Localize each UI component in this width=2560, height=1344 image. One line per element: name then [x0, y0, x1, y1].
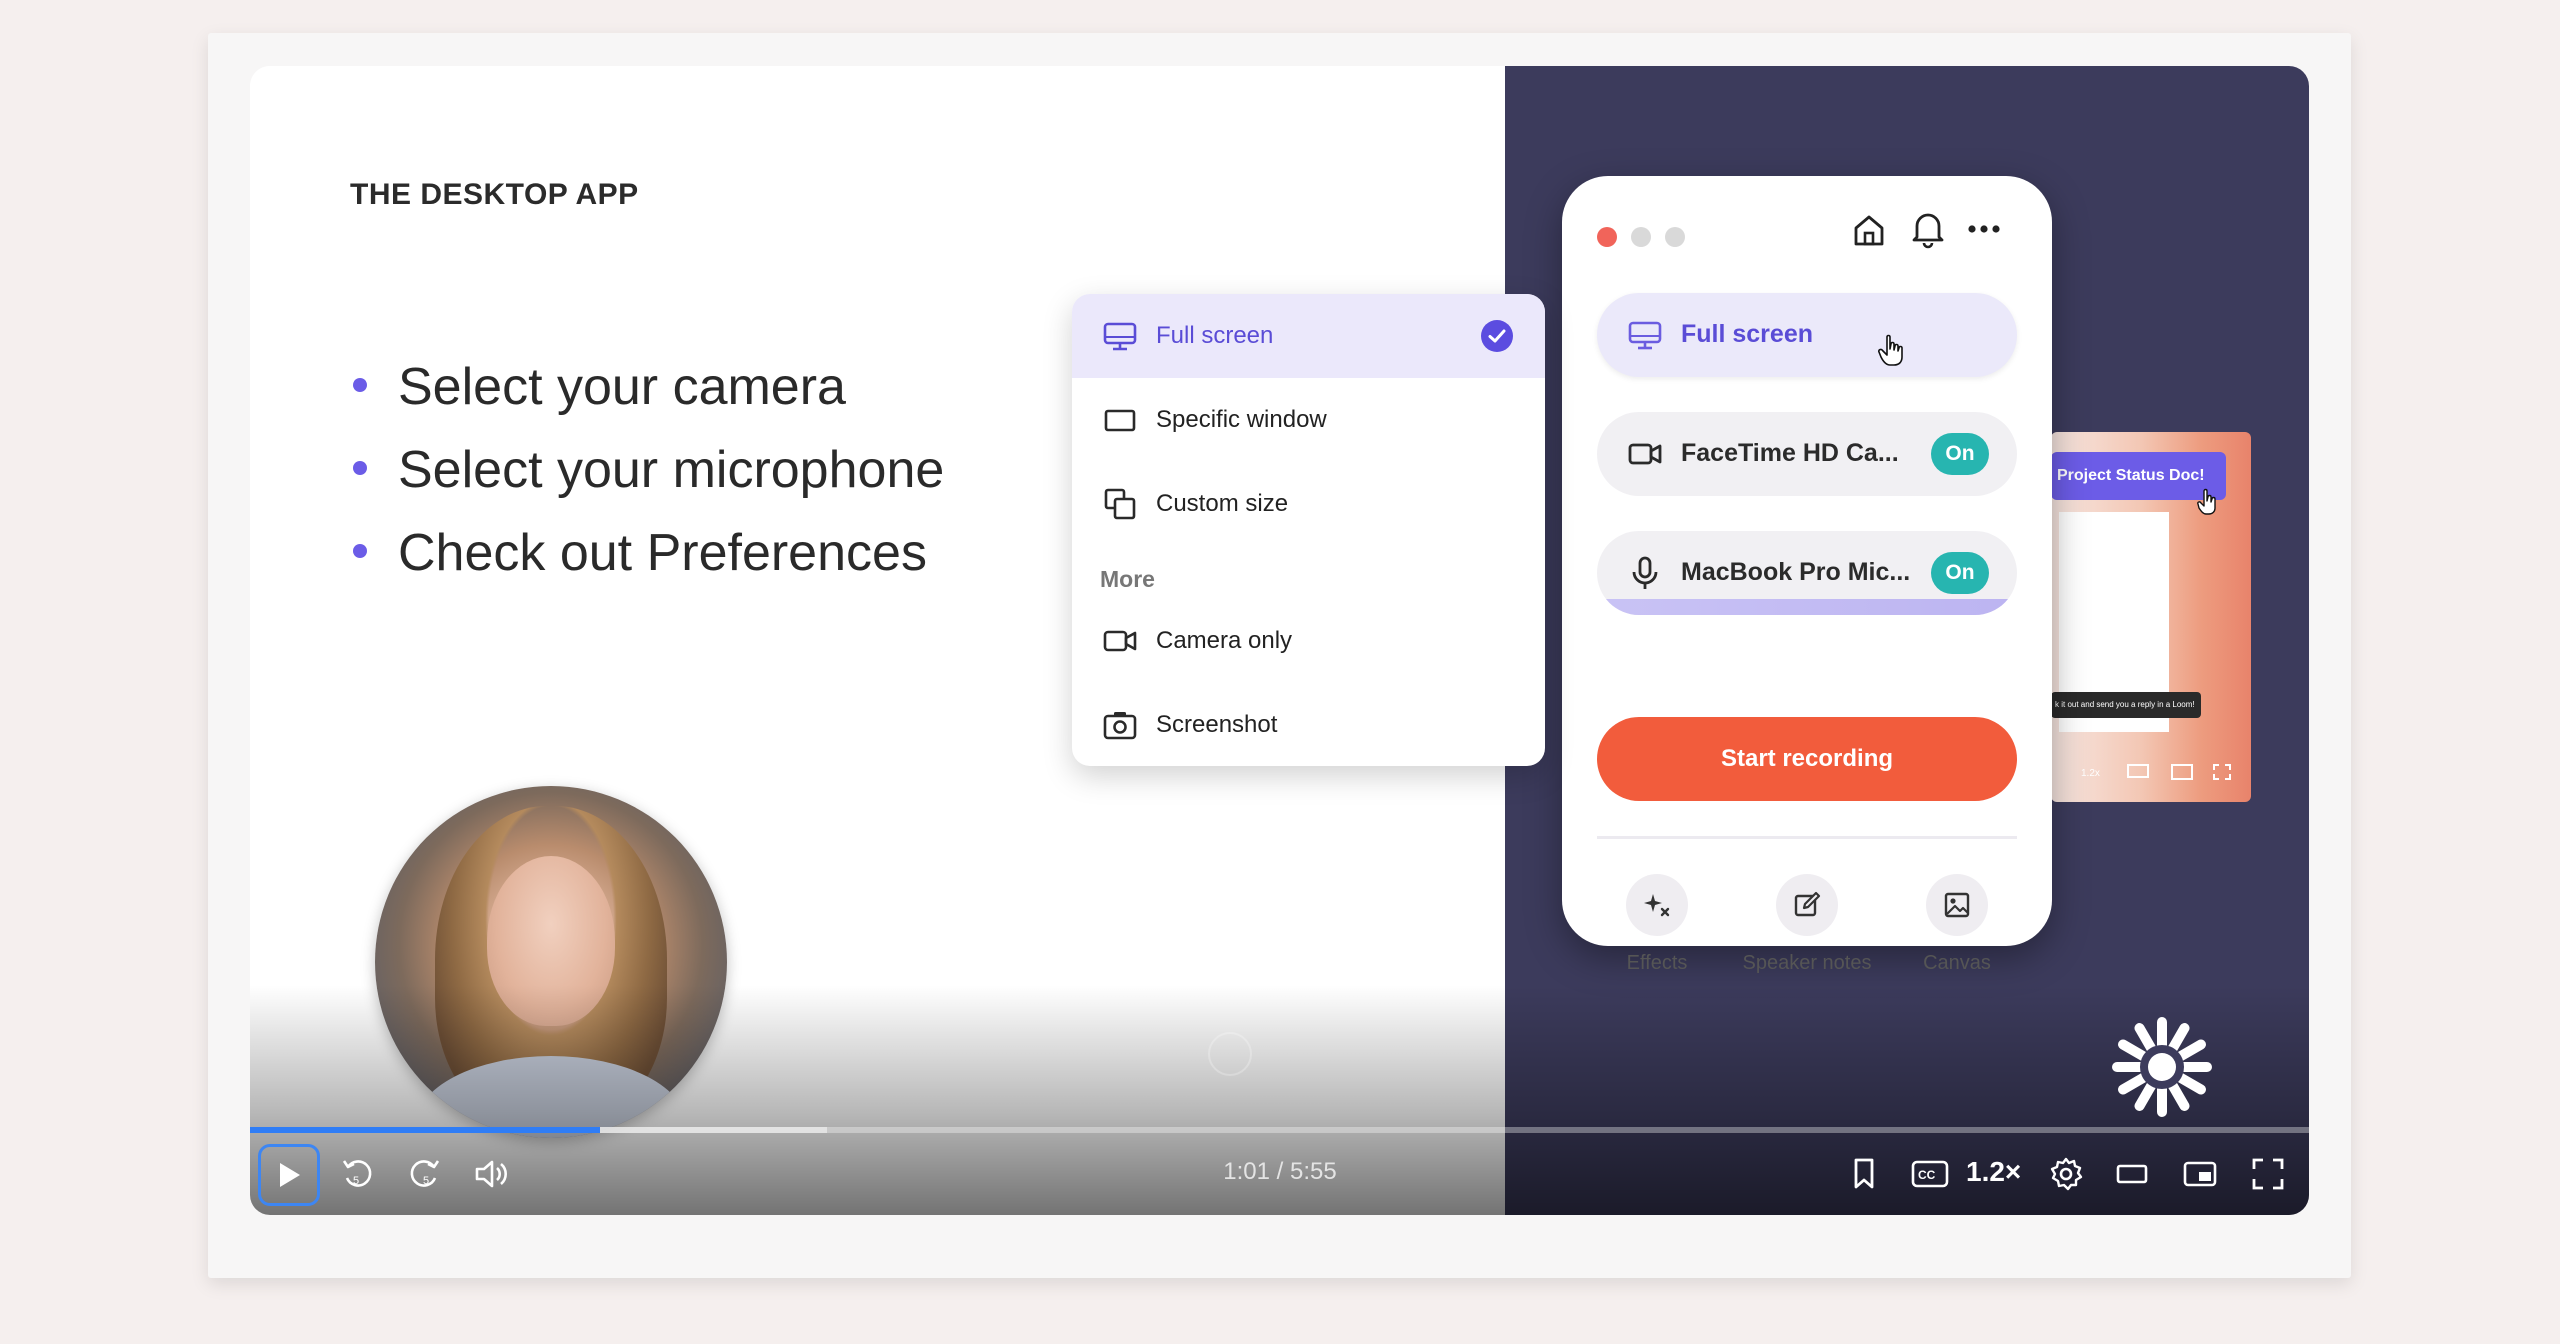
preview-speed: 1.2x	[2081, 768, 2100, 779]
played-bar	[250, 1127, 601, 1133]
mic-level-meter	[1597, 599, 2017, 615]
capture-mode-selector[interactable]: Full screen	[1597, 293, 2017, 377]
bookmark-button[interactable]	[1842, 1148, 1886, 1200]
monitor-icon	[1103, 322, 1137, 351]
slide-title: THE DESKTOP APP	[350, 178, 639, 211]
captions-button[interactable]: CC	[1908, 1148, 1952, 1200]
recording-preview-thumbnail: Project Status Doc! k it out and send yo…	[2051, 432, 2251, 802]
effects-button[interactable]: Effects	[1582, 874, 1732, 975]
microphone-icon	[1632, 556, 1658, 589]
forward-5-button[interactable]: 5	[402, 1148, 446, 1200]
bullet-dot	[353, 461, 367, 475]
canvas-button[interactable]: Canvas	[1882, 874, 2032, 975]
fullscreen-button[interactable]	[2246, 1148, 2290, 1200]
gear-icon	[2050, 1157, 2083, 1191]
settings-button[interactable]	[2044, 1148, 2088, 1200]
microphone-selector[interactable]: MacBook Pro Mic... On	[1597, 531, 2017, 615]
start-recording-button[interactable]: Start recording	[1597, 717, 2017, 801]
bullet-item: Select your microphone	[350, 439, 944, 522]
playback-time: 1:01 / 5:55	[1223, 1158, 1337, 1185]
bell-icon[interactable]	[1909, 209, 1947, 249]
menu-section-more: More	[1100, 566, 1155, 592]
menu-item-screenshot[interactable]: Screenshot	[1072, 683, 1545, 766]
hand-cursor-icon	[1878, 334, 1903, 366]
progress-bar[interactable]	[250, 1127, 2309, 1133]
camera-on-toggle[interactable]: On	[1931, 433, 1989, 475]
screenshot-icon	[1103, 712, 1137, 740]
svg-text:5: 5	[423, 1175, 429, 1187]
speaker-notes-button[interactable]: Speaker notes	[1732, 874, 1882, 975]
play-button[interactable]	[258, 1144, 320, 1206]
bullet-list: Select your camera Select your microphon…	[350, 356, 944, 605]
volume-button[interactable]	[470, 1148, 514, 1200]
theater-mode-button[interactable]	[2110, 1148, 2154, 1200]
mic-on-toggle[interactable]: On	[1931, 552, 1989, 594]
svg-text:CC: CC	[1918, 1168, 1936, 1182]
presenter-camera-bubble[interactable]	[375, 786, 727, 1138]
picture-in-picture-button[interactable]	[2178, 1148, 2222, 1200]
more-icon[interactable]	[1967, 222, 2001, 236]
preview-tooltip: k it out and send you a reply in a Loom!	[2051, 692, 2201, 718]
scrub-hover-indicator	[1208, 1032, 1252, 1076]
play-icon	[280, 1163, 300, 1187]
bullet-item: Check out Preferences	[350, 522, 944, 605]
menu-item-custom-size[interactable]: Custom size	[1072, 462, 1545, 546]
bookmark-icon	[1854, 1158, 1874, 1189]
camera-icon	[1628, 443, 1662, 465]
loom-app-window: Full screen FaceTime HD Ca... On MacBook…	[1562, 176, 2052, 974]
rewind-5-icon: 5	[342, 1160, 372, 1187]
fullscreen-icon	[2252, 1158, 2284, 1190]
pip-icon	[2183, 1161, 2217, 1187]
zoom-window-button[interactable]	[1665, 227, 1685, 247]
rewind-5-button[interactable]: 5	[336, 1148, 380, 1200]
custom-size-icon	[1104, 488, 1136, 520]
check-icon	[1481, 320, 1513, 352]
menu-item-camera-only[interactable]: Camera only	[1072, 599, 1545, 683]
camera-icon	[1103, 630, 1137, 652]
preview-fullscreen-icon	[2213, 764, 2231, 780]
bullet-dot	[353, 378, 367, 392]
window-icon	[1104, 409, 1136, 432]
monitor-icon	[1628, 321, 1662, 350]
close-window-button[interactable]	[1597, 227, 1617, 247]
capture-mode-menu: Full screen Specific window Custom size …	[1072, 294, 1545, 766]
menu-item-full-screen[interactable]: Full screen	[1072, 294, 1545, 378]
bullet-item: Select your camera	[350, 356, 944, 439]
image-icon	[1944, 892, 1970, 918]
hand-cursor-icon	[2197, 488, 2216, 515]
forward-5-icon: 5	[410, 1160, 440, 1187]
preview-theater-icon	[2127, 764, 2149, 778]
volume-icon	[475, 1160, 507, 1188]
notes-edit-icon	[1794, 891, 1821, 917]
minimize-window-button[interactable]	[1631, 227, 1651, 247]
bullet-dot	[353, 544, 367, 558]
sparkle-icon	[1644, 894, 1670, 917]
playback-speed-button[interactable]: 1.2×	[1966, 1156, 2021, 1188]
svg-text:5: 5	[353, 1175, 359, 1187]
menu-item-specific-window[interactable]: Specific window	[1072, 378, 1545, 462]
loom-logo-icon	[2112, 1017, 2212, 1117]
captions-icon: CC	[1911, 1160, 1949, 1188]
divider	[1597, 836, 2017, 839]
preview-pip-icon	[2171, 764, 2193, 780]
theater-mode-icon	[2116, 1164, 2148, 1184]
camera-selector[interactable]: FaceTime HD Ca... On	[1597, 412, 2017, 496]
home-icon[interactable]	[1850, 211, 1888, 249]
